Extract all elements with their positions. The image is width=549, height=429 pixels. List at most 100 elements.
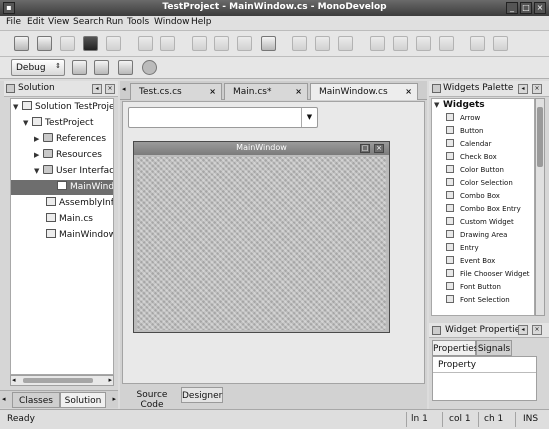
scroll-left-icon[interactable]: ◂ [12, 376, 16, 384]
menu-help[interactable]: Help [191, 17, 212, 27]
palette-item-calendar[interactable]: Calendar [446, 138, 491, 151]
solution-hscrollbar[interactable]: ◂ ▸ [10, 375, 114, 386]
build-icon[interactable] [72, 60, 87, 75]
bookmark-icon[interactable] [370, 36, 385, 51]
save-icon[interactable] [60, 36, 75, 51]
tab-properties[interactable]: Properties [432, 340, 478, 356]
close-icon[interactable]: × [534, 2, 546, 14]
expander-closed-icon[interactable]: ▶ [34, 132, 43, 147]
designer-close-icon[interactable]: × [374, 144, 384, 153]
undo-icon[interactable] [138, 36, 153, 51]
doc-tab-mainwindow-cs[interactable]: MainWindow.cs × [310, 83, 418, 100]
tree-item-resources[interactable]: ▶ Resources [34, 148, 102, 163]
palette-item-custom-widget[interactable]: Custom Widget [446, 216, 514, 229]
palette-item-combo-box[interactable]: Combo Box [446, 190, 500, 203]
menu-tools[interactable]: Tools [127, 17, 149, 27]
designer-maximize-icon[interactable]: □ [360, 144, 370, 153]
tree-item-solution[interactable]: ▼Solution TestProject [13, 100, 113, 115]
configuration-select[interactable]: Debug ⇕ [11, 59, 65, 76]
pad-dock-icon[interactable]: ◂ [92, 84, 102, 94]
stop-icon[interactable] [142, 60, 157, 75]
property-column-header[interactable]: Property [433, 357, 536, 373]
palette-item-entry[interactable]: Entry [446, 242, 479, 255]
chevron-down-icon[interactable]: ▼ [301, 108, 317, 127]
tree-item-user-interface[interactable]: ▼ User Interface [34, 164, 113, 179]
palette-item-arrow[interactable]: Arrow [446, 112, 480, 125]
menu-file[interactable]: File [6, 17, 21, 27]
scroll-thumb[interactable] [537, 107, 543, 167]
indent-icon[interactable] [470, 36, 485, 51]
goto-icon[interactable] [338, 36, 353, 51]
tab-scroll-left-icon[interactable]: ◂ [2, 395, 6, 403]
doc-tabs-left-icon[interactable]: ◂ [122, 85, 126, 93]
menu-window[interactable]: Window [154, 17, 190, 27]
pad-close-icon[interactable]: × [532, 84, 542, 94]
expander-open-icon[interactable]: ▼ [23, 116, 32, 131]
palette-item-color-button[interactable]: Color Button [446, 164, 504, 177]
copy-icon[interactable] [214, 36, 229, 51]
palette-item-font-selection[interactable]: Font Selection [446, 294, 510, 307]
solution-tree[interactable]: ▼Solution TestProject ▼TestProject ▶Refe… [10, 98, 114, 375]
close-tab-icon[interactable]: × [295, 87, 302, 96]
tab-designer[interactable]: Designer [181, 387, 223, 403]
tree-item-references[interactable]: ▶ References [34, 132, 106, 147]
minimize-icon[interactable]: _ [506, 2, 518, 14]
delete-icon[interactable] [261, 36, 276, 51]
menu-edit[interactable]: Edit [27, 17, 44, 27]
expander-open-icon[interactable]: ▼ [434, 99, 443, 112]
palette-item-event-box[interactable]: Event Box [446, 255, 495, 268]
palette-group-widgets[interactable]: ▼ Widgets [434, 99, 485, 112]
save-all-icon[interactable] [83, 36, 98, 51]
palette-item-button[interactable]: Button [446, 125, 483, 138]
palette-item-check-box[interactable]: Check Box [446, 151, 497, 164]
designer-mainwindow[interactable]: MainWindow □ × [133, 141, 390, 333]
tree-item-mainwindow-cs[interactable]: MainWindow.cs [46, 228, 113, 243]
palette-item-file-chooser-widget[interactable]: File Chooser Widget [446, 268, 530, 281]
tree-item-project[interactable]: ▼ TestProject [23, 116, 94, 131]
unindent-icon[interactable] [493, 36, 508, 51]
open-icon[interactable] [37, 36, 52, 51]
rebuild-icon[interactable] [94, 60, 109, 75]
print-icon[interactable] [106, 36, 121, 51]
window-menu-icon[interactable]: ▪ [3, 2, 15, 14]
bookmark-clear-icon[interactable] [439, 36, 454, 51]
pad-dock-icon[interactable]: ◂ [518, 325, 528, 335]
menu-run[interactable]: Run [106, 17, 123, 27]
designer-window-body[interactable] [137, 157, 386, 330]
palette-vscrollbar[interactable] [535, 98, 545, 316]
widget-selector-combo[interactable]: ▼ [128, 107, 318, 128]
tree-item-main-cs[interactable]: Main.cs [46, 212, 93, 227]
tab-scroll-right-icon[interactable]: ▸ [112, 395, 116, 403]
close-tab-icon[interactable]: × [209, 87, 216, 96]
run-icon[interactable] [118, 60, 133, 75]
menu-search[interactable]: Search [73, 17, 104, 27]
palette-item-font-button[interactable]: Font Button [446, 281, 501, 294]
find-replace-icon[interactable] [315, 36, 330, 51]
tab-signals[interactable]: Signals [476, 340, 512, 356]
paste-icon[interactable] [237, 36, 252, 51]
pad-close-icon[interactable]: × [105, 84, 115, 94]
new-file-icon[interactable] [14, 36, 29, 51]
expander-closed-icon[interactable]: ▶ [34, 148, 43, 163]
properties-table[interactable]: Property [432, 356, 537, 401]
doc-tab-main-cs[interactable]: Main.cs* × [224, 83, 308, 100]
expander-open-icon[interactable]: ▼ [13, 100, 22, 115]
tab-source-code[interactable]: Source Code [124, 387, 180, 410]
tab-classes[interactable]: Classes [12, 392, 60, 408]
pad-dock-icon[interactable]: ◂ [518, 84, 528, 94]
redo-icon[interactable] [160, 36, 175, 51]
palette-item-drawing-area[interactable]: Drawing Area [446, 229, 507, 242]
pad-close-icon[interactable]: × [532, 325, 542, 335]
cut-icon[interactable] [192, 36, 207, 51]
palette-item-combo-box-entry[interactable]: Combo Box Entry [446, 203, 521, 216]
bookmark-next-icon[interactable] [416, 36, 431, 51]
bookmark-prev-icon[interactable] [393, 36, 408, 51]
find-icon[interactable] [292, 36, 307, 51]
tab-solution[interactable]: Solution [60, 392, 106, 408]
tree-item-mainwindow[interactable]: MainWindow [11, 180, 113, 195]
palette-item-color-selection[interactable]: Color Selection [446, 177, 513, 190]
scroll-right-icon[interactable]: ▸ [108, 376, 112, 384]
maximize-icon[interactable]: □ [520, 2, 532, 14]
tree-item-assemblyinfo[interactable]: AssemblyInfo.cs [46, 196, 113, 211]
doc-tab-test-cs[interactable]: Test.cs.cs × [130, 83, 222, 100]
